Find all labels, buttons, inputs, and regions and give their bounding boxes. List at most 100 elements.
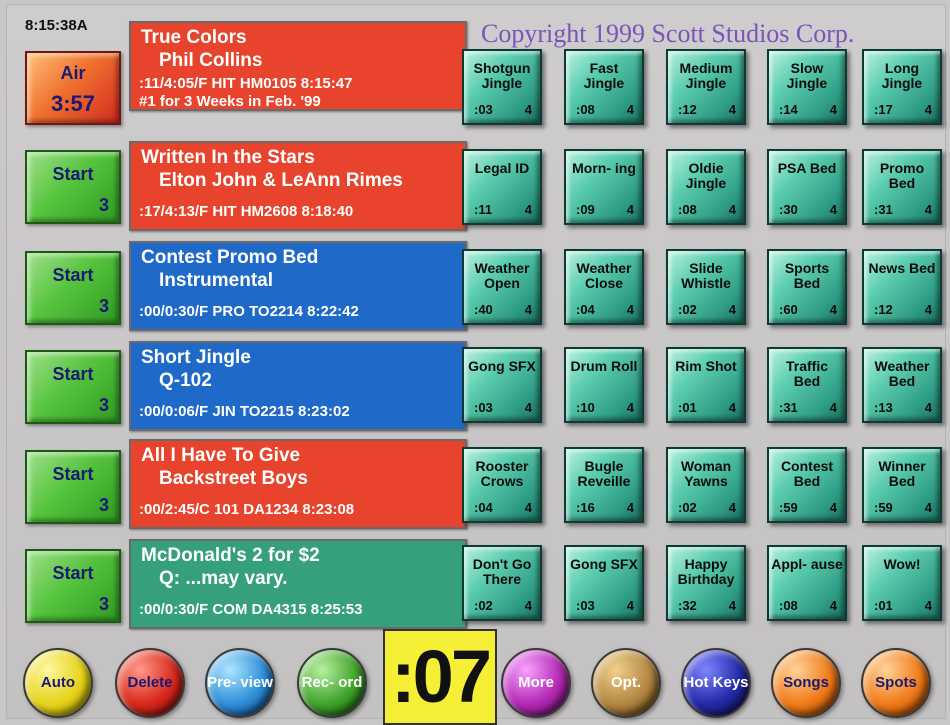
hotkey-deck-number: 4 bbox=[829, 302, 837, 317]
hotkey-deck-number: 4 bbox=[924, 102, 932, 117]
hotkey-button[interactable]: Traffic Bed:31 4 bbox=[767, 347, 847, 423]
countdown-display: :07 bbox=[383, 629, 497, 725]
preview-button[interactable]: Pre- view bbox=[205, 648, 275, 718]
cart-deck-2[interactable]: Written In the Stars Elton John & LeAnn … bbox=[129, 141, 467, 231]
hotkey-deck-number: 4 bbox=[924, 202, 932, 217]
hotkey-button[interactable]: Bugle Reveille:16 4 bbox=[564, 447, 644, 523]
start-button-5[interactable]: Start 3 bbox=[25, 450, 121, 524]
hotkey-deck-number: 4 bbox=[728, 500, 736, 515]
cart-title: Contest Promo Bed bbox=[141, 247, 319, 268]
options-button[interactable]: Opt. bbox=[591, 648, 661, 718]
cart-deck-1[interactable]: True Colors Phil Collins :11/4:05/F HIT … bbox=[129, 21, 467, 111]
start-button-6[interactable]: Start 3 bbox=[25, 549, 121, 623]
delete-button[interactable]: Delete bbox=[115, 648, 185, 718]
hotkey-button[interactable]: Weather Bed:13 4 bbox=[862, 347, 942, 423]
hotkey-length: :09 bbox=[576, 202, 595, 217]
hotkey-button[interactable]: Rim Shot:01 4 bbox=[666, 347, 746, 423]
hotkey-label: PSA Bed bbox=[777, 160, 837, 176]
songs-button[interactable]: Songs bbox=[771, 648, 841, 718]
hotkey-button[interactable]: Slide Whistle:02 4 bbox=[666, 249, 746, 325]
hotkey-button[interactable]: Medium Jingle:12 4 bbox=[666, 49, 746, 125]
hotkey-label: Legal ID bbox=[474, 160, 530, 176]
hotkey-button[interactable]: Fast Jingle:08 4 bbox=[564, 49, 644, 125]
hotkey-button[interactable]: Gong SFX:03 4 bbox=[564, 545, 644, 621]
hotkey-length: :02 bbox=[678, 500, 697, 515]
more-button[interactable]: More bbox=[501, 648, 571, 718]
hotkey-button[interactable]: Woman Yawns :02 4 bbox=[666, 447, 746, 523]
hotkey-deck-number: 4 bbox=[524, 400, 532, 415]
hotkey-length: :31 bbox=[779, 400, 798, 415]
hotkey-length: :12 bbox=[874, 302, 893, 317]
hotkey-length: :32 bbox=[678, 598, 697, 613]
hotkey-button[interactable]: Long Jingle:17 4 bbox=[862, 49, 942, 125]
hotkey-label: Slide Whistle bbox=[681, 260, 731, 291]
hotkey-deck-number: 4 bbox=[829, 102, 837, 117]
start-button-2[interactable]: Start 3 bbox=[25, 150, 121, 224]
hotkey-label: Weather Close bbox=[576, 260, 632, 291]
hotkey-button[interactable]: Legal ID:11 4 bbox=[462, 149, 542, 225]
hotkeys-label: Hot Keys bbox=[683, 674, 749, 691]
air-button[interactable]: Air 3:57 bbox=[25, 51, 121, 125]
hotkey-button[interactable]: Shotgun Jingle:03 4 bbox=[462, 49, 542, 125]
cart-artist: Q: ...may vary. bbox=[159, 568, 288, 589]
songs-label: Songs bbox=[783, 674, 829, 691]
hotkey-button[interactable]: Morn- ing :09 4 bbox=[564, 149, 644, 225]
hotkey-length: :16 bbox=[576, 500, 595, 515]
hotkey-length: :14 bbox=[779, 102, 798, 117]
hotkey-button[interactable]: Rooster Crows:04 4 bbox=[462, 447, 542, 523]
hotkey-button[interactable]: Appl- ause:08 4 bbox=[767, 545, 847, 621]
cart-note: #1 for 3 Weeks in Feb. '99 bbox=[139, 93, 321, 110]
hotkeys-button[interactable]: Hot Keys bbox=[681, 648, 751, 718]
hotkey-button[interactable]: PSA Bed:30 4 bbox=[767, 149, 847, 225]
hotkey-button[interactable]: Slow Jingle :14 4 bbox=[767, 49, 847, 125]
hotkey-deck-number: 4 bbox=[924, 400, 932, 415]
hotkey-button[interactable]: Happy Birthday:32 4 bbox=[666, 545, 746, 621]
hotkey-button[interactable]: Weather Open:40 4 bbox=[462, 249, 542, 325]
hotkey-button[interactable]: Gong SFX:03 4 bbox=[462, 347, 542, 423]
hotkey-button[interactable]: Drum Roll:10 4 bbox=[564, 347, 644, 423]
hotkey-label: Slow Jingle bbox=[786, 60, 828, 91]
hotkey-label: Morn- ing bbox=[572, 160, 636, 176]
hotkey-length: :40 bbox=[474, 302, 493, 317]
hotkey-deck-number: 4 bbox=[626, 302, 634, 317]
more-label: More bbox=[518, 674, 554, 691]
hotkey-label: Woman Yawns bbox=[680, 458, 732, 489]
cart-deck-6[interactable]: McDonald's 2 for $2 Q: ...may vary. :00/… bbox=[129, 539, 467, 629]
record-button[interactable]: Rec- ord bbox=[297, 648, 367, 718]
cart-deck-4[interactable]: Short Jingle Q-102 :00/0:06/F JIN TO2215… bbox=[129, 341, 467, 431]
cart-artist: Phil Collins bbox=[159, 50, 263, 71]
hotkey-length: :01 bbox=[874, 598, 893, 613]
hotkey-button[interactable]: Don't Go There:02 4 bbox=[462, 545, 542, 621]
hotkey-label: Contest Bed bbox=[780, 458, 834, 489]
start-label: Start bbox=[52, 265, 94, 285]
hotkey-deck-number: 4 bbox=[829, 500, 837, 515]
hotkey-button[interactable]: Weather Close:04 4 bbox=[564, 249, 644, 325]
auto-label: Auto bbox=[40, 674, 76, 691]
cart-deck-5[interactable]: All I Have To Give Backstreet Boys :00/2… bbox=[129, 439, 467, 529]
start-button-4[interactable]: Start 3 bbox=[25, 350, 121, 424]
hotkey-button[interactable]: Winner Bed:59 4 bbox=[862, 447, 942, 523]
hotkey-label: Wow! bbox=[883, 556, 921, 572]
hotkey-length: :08 bbox=[779, 598, 798, 613]
auto-button[interactable]: Auto bbox=[23, 648, 93, 718]
hotkey-deck-number: 4 bbox=[728, 102, 736, 117]
cart-title: McDonald's 2 for $2 bbox=[141, 545, 320, 566]
hotkey-deck-number: 4 bbox=[626, 202, 634, 217]
hotkey-button[interactable]: Promo Bed:31 4 bbox=[862, 149, 942, 225]
hotkey-button[interactable]: News Bed:12 4 bbox=[862, 249, 942, 325]
preview-label: Pre- view bbox=[207, 674, 273, 691]
hotkey-button[interactable]: Oldie Jingle:08 4 bbox=[666, 149, 746, 225]
hotkey-label: Gong SFX bbox=[468, 358, 536, 374]
hotkey-label: Fast Jingle bbox=[583, 60, 625, 91]
cart-deck-3[interactable]: Contest Promo Bed Instrumental :00/0:30/… bbox=[129, 241, 467, 331]
hotkey-button[interactable]: Sports Bed:60 4 bbox=[767, 249, 847, 325]
hotkey-button[interactable]: Wow!:01 4 bbox=[862, 545, 942, 621]
hotkey-button[interactable]: Contest Bed:59 4 bbox=[767, 447, 847, 523]
spots-button[interactable]: Spots bbox=[861, 648, 931, 718]
hotkey-label: Rooster Crows bbox=[475, 458, 529, 489]
cart-artist: Q-102 bbox=[159, 370, 212, 391]
hotkey-deck-number: 4 bbox=[924, 500, 932, 515]
hotkey-length: :12 bbox=[678, 102, 697, 117]
cart-title: Short Jingle bbox=[141, 347, 251, 368]
start-button-3[interactable]: Start 3 bbox=[25, 251, 121, 325]
